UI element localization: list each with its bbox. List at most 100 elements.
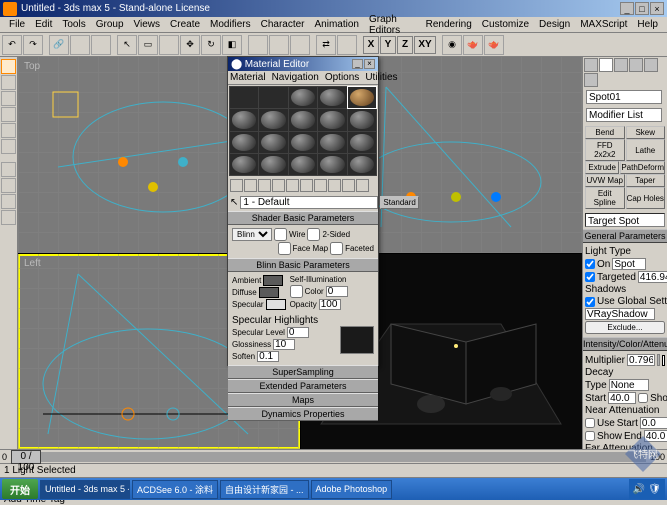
- rollout-shader-basic[interactable]: Shader Basic Parameters: [228, 211, 378, 225]
- menu-maxscript[interactable]: MAXScript: [575, 19, 632, 30]
- undo-button[interactable]: ↶: [2, 35, 22, 55]
- tab-utilities[interactable]: [584, 73, 598, 87]
- modifier-list-dropdown[interactable]: [586, 108, 662, 122]
- material-slot[interactable]: [348, 87, 376, 108]
- rollout-maps[interactable]: Maps: [228, 393, 378, 407]
- material-slot[interactable]: [259, 132, 287, 153]
- rollout-extended[interactable]: Extended Parameters: [228, 379, 378, 393]
- me-putmaterial-icon[interactable]: [244, 179, 257, 192]
- axis-y-button[interactable]: Y: [380, 36, 396, 54]
- facemap-checkbox[interactable]: [278, 242, 291, 255]
- material-slot[interactable]: [318, 87, 346, 108]
- axis-x-button[interactable]: X: [363, 36, 379, 54]
- shadow-method-dropdown[interactable]: [585, 308, 655, 320]
- tab-motion[interactable]: [629, 58, 643, 72]
- material-slot[interactable]: [259, 109, 287, 130]
- material-slot[interactable]: [289, 109, 317, 130]
- speclevel-field[interactable]: [287, 327, 309, 338]
- diffuse-swatch[interactable]: [259, 287, 279, 298]
- rollout-dynamics[interactable]: Dynamics Properties: [228, 407, 378, 421]
- menu-grapheditors[interactable]: Graph Editors: [364, 14, 421, 36]
- light-type-dropdown[interactable]: [612, 258, 646, 270]
- tool-1-icon[interactable]: [1, 162, 16, 177]
- selfillum-field[interactable]: [326, 286, 348, 297]
- tab-motion-icon[interactable]: [1, 107, 16, 122]
- gloss-field[interactable]: [273, 339, 295, 350]
- modifier-stack[interactable]: Target Spot: [585, 213, 665, 227]
- menu-file[interactable]: File: [4, 19, 30, 30]
- timeline-slider[interactable]: 0 / 100: [11, 450, 41, 464]
- select-button[interactable]: ↖: [117, 35, 137, 55]
- me-menu-utilities[interactable]: Utilities: [365, 72, 397, 83]
- rollout-supersampling[interactable]: SuperSampling: [228, 365, 378, 379]
- menu-group[interactable]: Group: [91, 19, 129, 30]
- material-slot[interactable]: [259, 154, 287, 175]
- material-slot[interactable]: [318, 109, 346, 130]
- object-name-field[interactable]: [586, 90, 662, 104]
- light-color-swatch[interactable]: [662, 355, 665, 366]
- near-show-checkbox[interactable]: [585, 431, 595, 441]
- me-menu-material[interactable]: Material: [230, 72, 266, 83]
- mod-capholes[interactable]: Cap Holes: [626, 187, 666, 209]
- material-slot[interactable]: [230, 87, 258, 108]
- close-button[interactable]: ×: [650, 2, 664, 15]
- task-item[interactable]: Untitled - 3ds max 5 - St...: [40, 480, 130, 499]
- material-slot[interactable]: [259, 87, 287, 108]
- mirror-button[interactable]: ⇄: [316, 35, 336, 55]
- system-tray[interactable]: 🔊 🛡: [629, 479, 665, 499]
- select-scale-button[interactable]: ◧: [222, 35, 242, 55]
- tab-hierarchy-icon[interactable]: [1, 91, 16, 106]
- menu-edit[interactable]: Edit: [30, 19, 57, 30]
- align-button[interactable]: [337, 35, 357, 55]
- material-editor-titlebar[interactable]: ⬤ Material Editor _ ×: [228, 57, 378, 71]
- menu-help[interactable]: Help: [632, 19, 663, 30]
- tab-display[interactable]: [644, 58, 658, 72]
- decay-show-checkbox[interactable]: [638, 393, 648, 403]
- targeted-checkbox[interactable]: [585, 272, 595, 282]
- menu-create[interactable]: Create: [165, 19, 205, 30]
- decay-type-dropdown[interactable]: [609, 379, 649, 391]
- me-copy-icon[interactable]: [286, 179, 299, 192]
- mod-uvwmap[interactable]: UVW Map: [585, 174, 625, 187]
- light-on-checkbox[interactable]: [585, 259, 595, 269]
- axis-xy-button[interactable]: XY: [414, 36, 436, 54]
- me-pick-icon[interactable]: ↖: [230, 197, 238, 208]
- snap-toggle-button[interactable]: [248, 35, 268, 55]
- tool-4-icon[interactable]: [1, 210, 16, 225]
- material-slot[interactable]: [289, 132, 317, 153]
- tab-display-icon[interactable]: [1, 123, 16, 138]
- material-slot[interactable]: [348, 132, 376, 153]
- menu-tools[interactable]: Tools: [57, 19, 90, 30]
- mod-editspline[interactable]: Edit Spline: [585, 187, 625, 209]
- mod-ffd[interactable]: FFD 2x2x2: [585, 139, 625, 161]
- material-slot[interactable]: [289, 154, 317, 175]
- mod-taper[interactable]: Taper: [626, 174, 666, 187]
- link-button[interactable]: 🔗: [49, 35, 69, 55]
- material-type-button[interactable]: Standard: [380, 196, 418, 209]
- me-reset-icon[interactable]: [272, 179, 285, 192]
- start-button[interactable]: 开始: [2, 479, 38, 499]
- percent-snap-button[interactable]: [290, 35, 310, 55]
- exclude-button[interactable]: Exclude...: [585, 321, 665, 334]
- material-slot[interactable]: [230, 154, 258, 175]
- rollout-intensity[interactable]: Intensity/Color/Attenuation: [583, 337, 667, 351]
- tab-hierarchy[interactable]: [614, 58, 628, 72]
- selfillum-color-checkbox[interactable]: [290, 285, 303, 298]
- near-start-field[interactable]: [640, 417, 667, 429]
- rollout-general[interactable]: General Parameters: [583, 229, 667, 243]
- quick-render-button[interactable]: 🫖: [484, 35, 504, 55]
- me-puttolib-icon[interactable]: [314, 179, 327, 192]
- multiplier-spinner[interactable]: [657, 354, 660, 366]
- material-slot[interactable]: [348, 109, 376, 130]
- tab-modify-icon[interactable]: [1, 75, 16, 90]
- material-slot[interactable]: [318, 132, 346, 153]
- task-item[interactable]: 自由设计新家园 - ...: [220, 480, 309, 499]
- me-makeunique-icon[interactable]: [300, 179, 313, 192]
- tool-2-icon[interactable]: [1, 178, 16, 193]
- menu-customize[interactable]: Customize: [477, 19, 534, 30]
- shadows-on-checkbox[interactable]: [585, 297, 595, 307]
- soften-field[interactable]: [257, 351, 279, 362]
- bind-button[interactable]: [91, 35, 111, 55]
- angle-snap-button[interactable]: [269, 35, 289, 55]
- task-item[interactable]: Adobe Photoshop: [311, 480, 393, 499]
